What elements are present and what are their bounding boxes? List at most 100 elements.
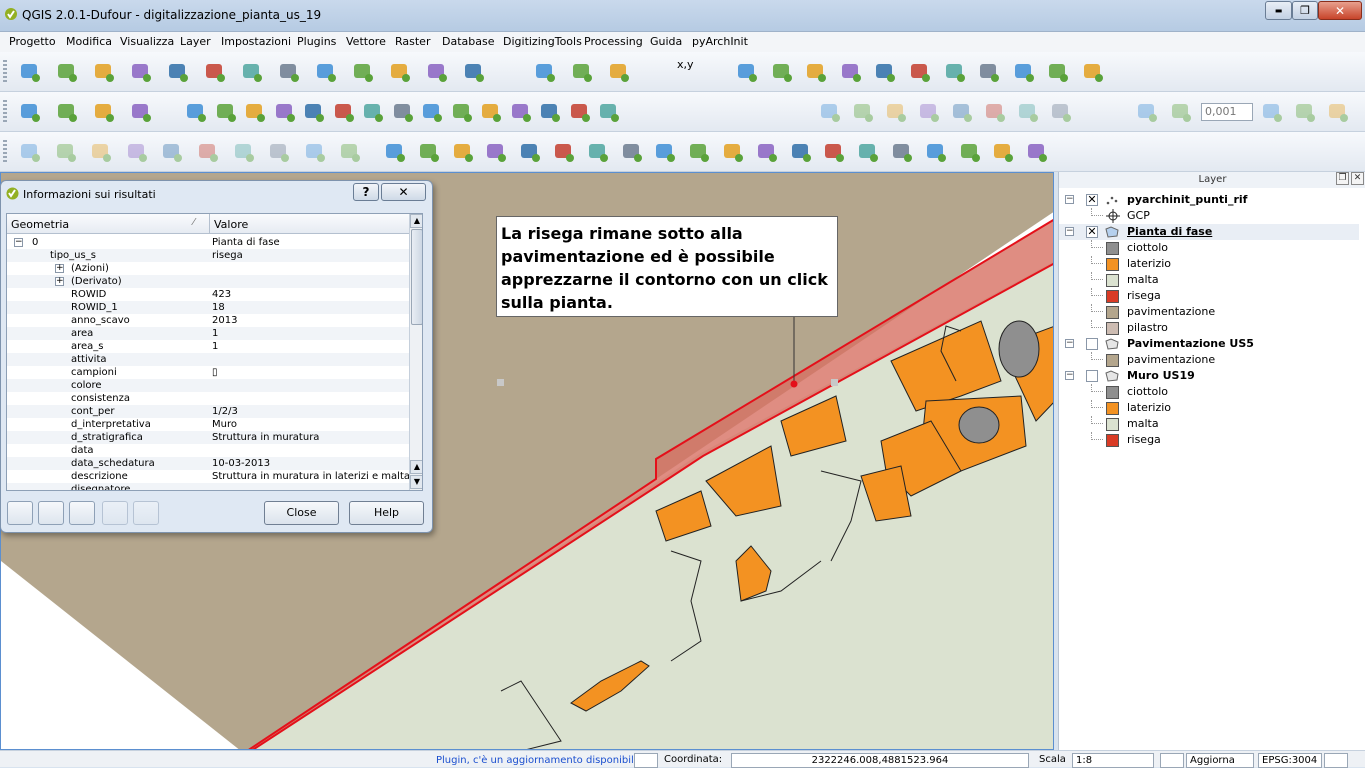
paste-icon[interactable]: [1169, 100, 1193, 124]
camera-icon[interactable]: [822, 140, 846, 164]
result-row[interactable]: ROWID_1 18: [7, 301, 409, 314]
menu-visualizza[interactable]: Visualizza: [120, 35, 174, 48]
tree-icon[interactable]: [383, 140, 407, 164]
result-row[interactable]: d_stratigrafica Struttura in muratura: [7, 431, 409, 444]
layer-item[interactable]: − Muro US19: [1059, 368, 1359, 384]
menu-vettore[interactable]: Vettore: [346, 35, 386, 48]
render-checkbox[interactable]: Aggiorna: [1186, 753, 1254, 768]
rotate-icon[interactable]: [160, 140, 184, 164]
result-row[interactable]: consistenza: [7, 392, 409, 405]
result-row[interactable]: data: [7, 444, 409, 457]
cut-icon[interactable]: [1049, 100, 1073, 124]
layer-visibility-checkbox[interactable]: ✕: [1086, 194, 1098, 206]
result-row[interactable]: attivita: [7, 353, 409, 366]
menu-raster[interactable]: Raster: [395, 35, 430, 48]
result-row[interactable]: area_s 1: [7, 340, 409, 353]
close-button[interactable]: ✕: [1318, 1, 1362, 20]
offset-icon[interactable]: [54, 140, 78, 164]
move-feature-icon[interactable]: [950, 100, 974, 124]
reshape-icon[interactable]: [18, 140, 42, 164]
pyarchinit-icon[interactable]: [129, 100, 153, 124]
house-icon[interactable]: [451, 140, 475, 164]
python-icon[interactable]: [55, 100, 79, 124]
us-form-icon[interactable]: [484, 140, 508, 164]
remove-layer-icon[interactable]: [462, 60, 486, 84]
vertex-icon[interactable]: [232, 140, 256, 164]
result-row[interactable]: + (Azioni): [7, 262, 409, 275]
results-tree[interactable]: Geometria ⁄ Valore −0 Pianta di fase tipo_…: [6, 213, 423, 491]
column-header-geometria[interactable]: Geometria: [11, 218, 69, 231]
close-panel-button[interactable]: ✕: [1351, 172, 1364, 185]
layer-visibility-checkbox[interactable]: [1086, 370, 1098, 382]
menu-modifica[interactable]: Modifica: [66, 35, 112, 48]
tomb-icon[interactable]: [552, 140, 576, 164]
scroll-up-arrow[interactable]: ▲: [410, 460, 422, 474]
package-icon[interactable]: [1025, 140, 1049, 164]
result-row[interactable]: + (Derivato): [7, 275, 409, 288]
family-icon[interactable]: [653, 140, 677, 164]
result-row[interactable]: tipo_us_s risega: [7, 249, 409, 262]
zoom-full-icon[interactable]: [908, 60, 932, 84]
curve-icon[interactable]: [267, 140, 291, 164]
layer-expander[interactable]: −: [1065, 339, 1074, 348]
scroll-down-arrow[interactable]: ▼: [410, 475, 422, 489]
edit-icon[interactable]: [851, 100, 875, 124]
save-edits-icon[interactable]: [568, 100, 592, 124]
menu-database[interactable]: Database: [442, 35, 495, 48]
menu-layer[interactable]: Layer: [180, 35, 211, 48]
database-icon[interactable]: [597, 100, 621, 124]
result-row[interactable]: colore: [7, 379, 409, 392]
menu-digitizingtools[interactable]: DigitizingTools: [503, 35, 582, 48]
menu-impostazioni[interactable]: Impostazioni: [221, 35, 291, 48]
field-calculator-icon[interactable]: [361, 100, 385, 124]
add-ring-icon[interactable]: [1293, 100, 1317, 124]
add-spatialite-icon[interactable]: [129, 60, 153, 84]
expression-icon[interactable]: [302, 100, 326, 124]
maximize-button[interactable]: ❐: [1292, 1, 1318, 20]
config-icon[interactable]: [958, 140, 982, 164]
menu-pyarchinit[interactable]: pyArchInit: [692, 35, 748, 48]
layer-expander[interactable]: −: [1065, 371, 1074, 380]
toggle-extents-button[interactable]: [634, 753, 658, 768]
select-feature-icon[interactable]: [214, 100, 238, 124]
pottery-icon[interactable]: [518, 140, 542, 164]
menu-processing[interactable]: Processing: [584, 35, 643, 48]
refresh-icon[interactable]: [1081, 60, 1105, 84]
menu-plugins[interactable]: Plugins: [297, 35, 336, 48]
delete-part-icon[interactable]: [338, 140, 362, 164]
zoom-next-icon[interactable]: [1046, 60, 1070, 84]
add-wfs-icon[interactable]: [277, 60, 301, 84]
zoom-selection-icon[interactable]: [977, 60, 1001, 84]
result-row[interactable]: cont_per 1/2/3: [7, 405, 409, 418]
result-row[interactable]: −0 Pianta di fase: [7, 236, 409, 249]
new-layer-icon[interactable]: [388, 60, 412, 84]
add-wcs-icon[interactable]: [240, 60, 264, 84]
structure-icon[interactable]: [687, 140, 711, 164]
copy-feature-button[interactable]: [102, 501, 128, 525]
help-icon[interactable]: [92, 100, 116, 124]
add-postgis-icon[interactable]: [92, 60, 116, 84]
result-row[interactable]: descrizione Struttura in muratura in late…: [7, 470, 409, 483]
report-icon[interactable]: [924, 140, 948, 164]
skeleton-icon[interactable]: [586, 140, 610, 164]
toolbar-grip[interactable]: [3, 100, 7, 124]
coordinate-field[interactable]: 2322246.008,4881523.964: [731, 753, 1029, 768]
layer-item[interactable]: − ✕ pyarchinit_punti_rif: [1059, 192, 1359, 208]
merge-icon[interactable]: [125, 140, 149, 164]
crs-button[interactable]: EPSG:3004: [1258, 753, 1322, 768]
messages-button[interactable]: [1324, 753, 1348, 768]
zoom-native-icon[interactable]: [873, 60, 897, 84]
scroll-thumb[interactable]: [411, 229, 422, 325]
add-feature-icon[interactable]: [917, 100, 941, 124]
scale-combo[interactable]: 1:8: [1072, 753, 1154, 768]
split-icon[interactable]: [89, 140, 113, 164]
result-row[interactable]: campioni ▯: [7, 366, 409, 379]
identify-icon[interactable]: [184, 100, 208, 124]
layer-expander[interactable]: −: [1065, 195, 1074, 204]
tree-expander[interactable]: +: [55, 277, 64, 286]
globe-icon[interactable]: [533, 60, 557, 84]
expand-all-button[interactable]: [7, 501, 33, 525]
new-shapefile-icon[interactable]: [425, 60, 449, 84]
gender-icon[interactable]: [620, 140, 644, 164]
help-sphere-icon[interactable]: [991, 140, 1015, 164]
